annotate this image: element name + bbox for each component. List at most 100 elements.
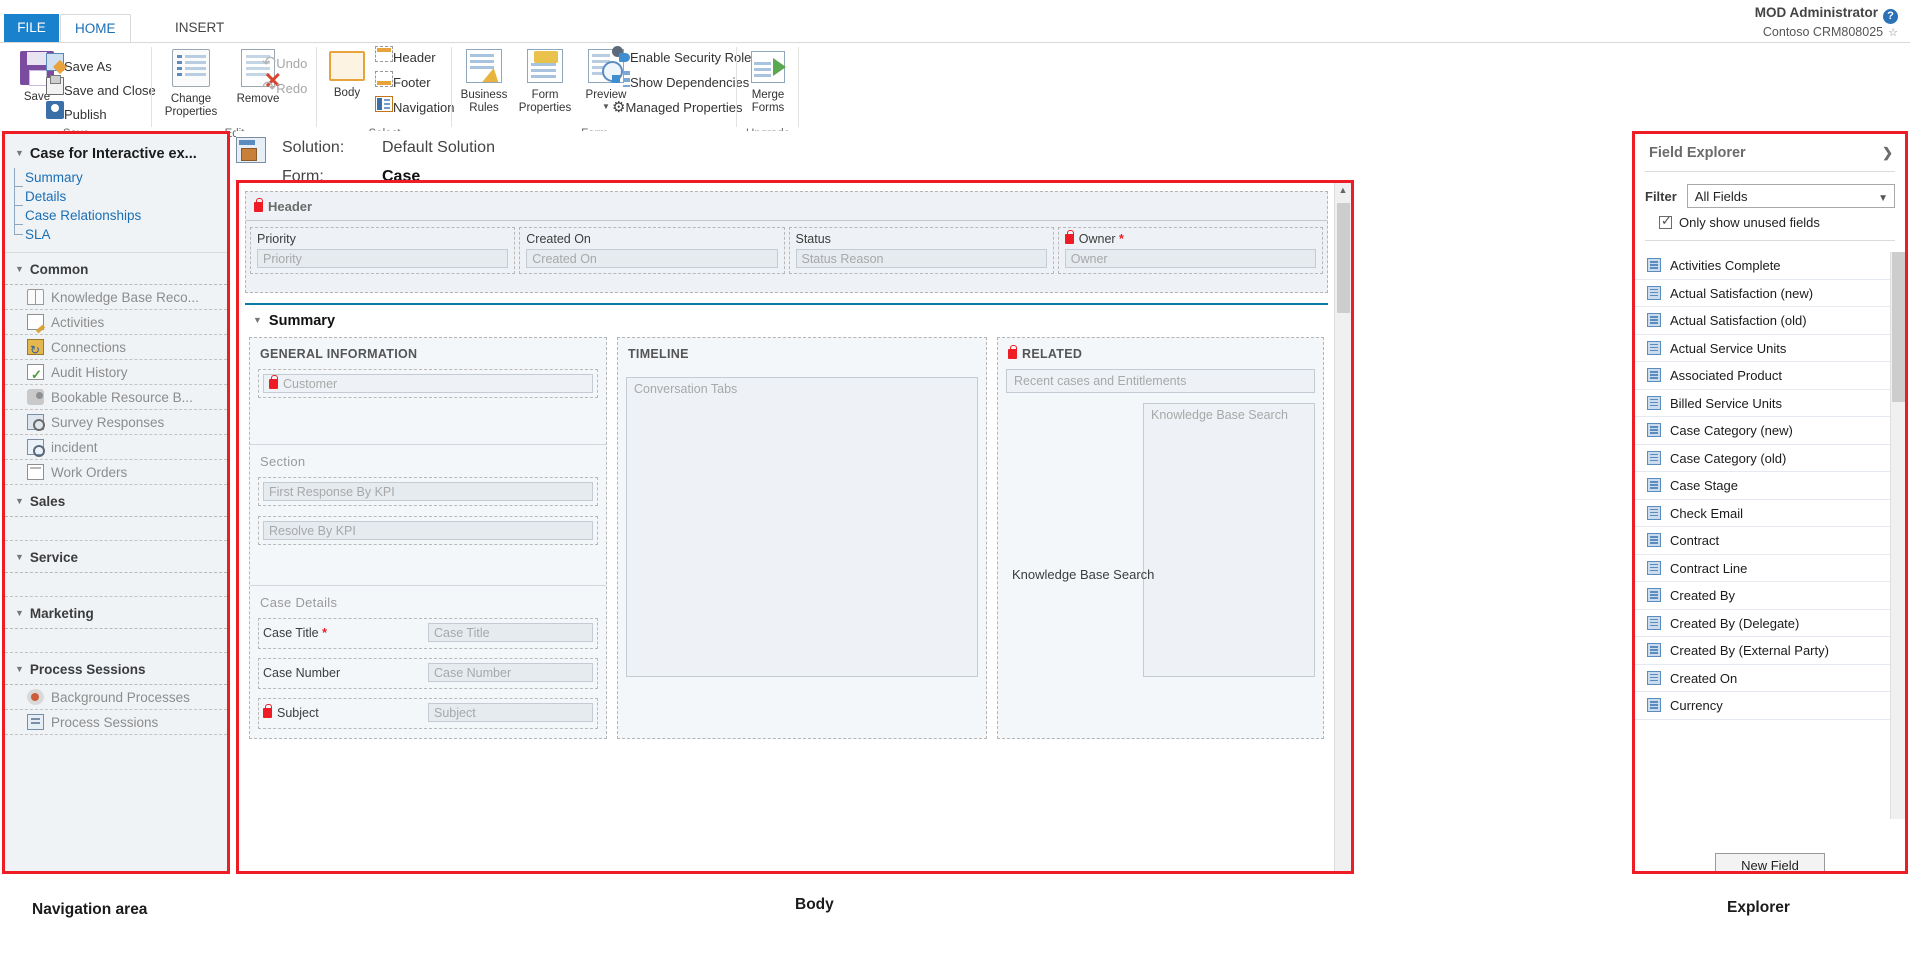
redo-button[interactable]: ↷Redo: [262, 76, 307, 100]
recent-cases-entitlements-control[interactable]: Recent cases and Entitlements: [1006, 369, 1315, 393]
form-field-created-on[interactable]: Created On Created On: [519, 227, 784, 274]
form-field-status[interactable]: Status Status Reason: [789, 227, 1054, 274]
list-item[interactable]: Connections: [5, 335, 227, 360]
list-item[interactable]: Currency: [1635, 692, 1905, 720]
sidebar-item-details[interactable]: Details: [5, 187, 227, 206]
form-canvas[interactable]: Header Priority Priority Created On Crea…: [239, 183, 1334, 871]
change-properties-button[interactable]: ChangeProperties: [158, 49, 224, 119]
list-item[interactable]: Knowledge Base Reco...: [5, 285, 227, 310]
list-item[interactable]: Case Stage: [1635, 472, 1905, 500]
sidebar-item-sla[interactable]: SLA: [5, 225, 227, 244]
footer-button[interactable]: Footer: [375, 71, 431, 95]
tab-file[interactable]: FILE: [4, 14, 59, 42]
list-item[interactable]: Created By (Delegate): [1635, 610, 1905, 638]
sidebar-item-case-relationships[interactable]: Case Relationships: [5, 206, 227, 225]
form-field-resolve-by-kpi[interactable]: Resolve By KPI: [258, 516, 598, 545]
field-list[interactable]: Activities Complete Actual Satisfaction …: [1635, 252, 1905, 819]
merge-forms-button[interactable]: MergeForms: [742, 51, 794, 115]
new-field-button[interactable]: New Field: [1715, 853, 1825, 874]
nav-group-common[interactable]: ▼Common: [5, 253, 227, 285]
list-item[interactable]: Case Category (old): [1635, 445, 1905, 473]
collapse-triangle-icon: ▼: [15, 664, 24, 674]
nav-form-title[interactable]: ▼Case for Interactive ex...: [5, 134, 227, 168]
first-response-by-kpi-input[interactable]: First Response By KPI: [263, 482, 593, 501]
list-item[interactable]: Survey Responses: [5, 410, 227, 435]
form-field-first-response-kpi[interactable]: First Response By KPI: [258, 477, 598, 506]
chevron-right-icon[interactable]: ❯: [1882, 145, 1893, 161]
list-item[interactable]: Bookable Resource B...: [5, 385, 227, 410]
nav-group-marketing[interactable]: ▼Marketing: [5, 597, 227, 629]
page-title: Field Explorer ❯: [1635, 134, 1905, 171]
list-item[interactable]: Created By (External Party): [1635, 637, 1905, 665]
body-button[interactable]: Body: [323, 51, 371, 100]
lock-icon: [263, 708, 272, 718]
list-item[interactable]: Actual Satisfaction (new): [1635, 280, 1905, 308]
list-item[interactable]: Created On: [1635, 665, 1905, 693]
sidebar-item-summary[interactable]: Summary: [5, 168, 227, 187]
show-dependencies-button[interactable]: Show Dependencies: [612, 71, 749, 95]
ribbon-content: Save Save As Save and Close Publish Save…: [0, 43, 1910, 139]
status-input[interactable]: Status Reason: [796, 249, 1047, 268]
list-item[interactable]: Check Email: [1635, 500, 1905, 528]
list-item[interactable]: Activities: [5, 310, 227, 335]
filter-select[interactable]: All Fields ▼: [1687, 184, 1895, 208]
form-header-section[interactable]: Header Priority Priority Created On Crea…: [245, 191, 1328, 293]
form-column-related[interactable]: RELATED Recent cases and Entitlements Kn…: [997, 337, 1324, 739]
undo-button[interactable]: ↶Undo: [262, 51, 307, 75]
list-item[interactable]: Process Sessions: [5, 710, 227, 735]
list-item[interactable]: incident: [5, 435, 227, 460]
scroll-up-icon[interactable]: ▲: [1335, 183, 1351, 200]
form-field-owner[interactable]: Owner * Owner: [1058, 227, 1323, 274]
subject-input[interactable]: Subject: [428, 703, 593, 722]
field-icon: [1647, 616, 1661, 630]
list-item[interactable]: Contract: [1635, 527, 1905, 555]
list-item[interactable]: Background Processes: [5, 685, 227, 710]
tab-insert[interactable]: INSERT: [161, 14, 238, 42]
form-field-case-number[interactable]: Case Number Case Number: [258, 658, 598, 689]
business-rules-button[interactable]: BusinessRules: [456, 49, 512, 115]
list-item[interactable]: Created By: [1635, 582, 1905, 610]
scrollbar-thumb[interactable]: [1337, 203, 1350, 313]
list-item[interactable]: Actual Service Units: [1635, 335, 1905, 363]
form-properties-button[interactable]: FormProperties: [514, 49, 576, 115]
list-item[interactable]: Activities Complete: [1635, 252, 1905, 280]
list-item[interactable]: Billed Service Units: [1635, 390, 1905, 418]
explorer-scrollbar[interactable]: [1890, 252, 1905, 819]
only-unused-fields-checkbox[interactable]: Only show unused fields: [1635, 212, 1905, 240]
publish-button[interactable]: Publish: [46, 101, 107, 125]
form-column-timeline[interactable]: TIMELINE Conversation Tabs: [617, 337, 987, 739]
list-item[interactable]: Audit History: [5, 360, 227, 385]
navigation-button[interactable]: Navigation: [375, 96, 454, 120]
resolve-by-kpi-input[interactable]: Resolve By KPI: [263, 521, 593, 540]
owner-input[interactable]: Owner: [1065, 249, 1316, 268]
priority-input[interactable]: Priority: [257, 249, 508, 268]
form-field-subject[interactable]: Subject Subject: [258, 698, 598, 729]
customer-input[interactable]: Customer: [263, 374, 593, 393]
nav-group-process-sessions[interactable]: ▼Process Sessions: [5, 653, 227, 685]
list-item[interactable]: Work Orders: [5, 460, 227, 485]
created-on-input[interactable]: Created On: [526, 249, 777, 268]
collapse-triangle-icon: ▼: [15, 496, 24, 506]
nav-group-sales[interactable]: ▼Sales: [5, 485, 227, 517]
list-item[interactable]: Contract Line: [1635, 555, 1905, 583]
case-number-input[interactable]: Case Number: [428, 663, 593, 682]
tab-home[interactable]: HOME: [60, 14, 131, 43]
case-title-input[interactable]: Case Title: [428, 623, 593, 642]
list-item[interactable]: Case Category (new): [1635, 417, 1905, 445]
form-field-priority[interactable]: Priority Priority: [250, 227, 515, 274]
knowledge-base-search-panel[interactable]: Knowledge Base Search: [1143, 403, 1315, 677]
header-button[interactable]: Header: [375, 46, 436, 70]
form-field-case-title[interactable]: Case Title * Case Title: [258, 618, 598, 649]
scrollbar-thumb[interactable]: [1892, 252, 1905, 402]
list-item[interactable]: Actual Satisfaction (old): [1635, 307, 1905, 335]
save-as-button[interactable]: Save As: [46, 53, 112, 77]
form-column-general[interactable]: GENERAL INFORMATION Customer Section Fir…: [249, 337, 607, 739]
body-scrollbar[interactable]: ▲: [1334, 183, 1351, 871]
form-field-customer[interactable]: Customer: [258, 369, 598, 398]
conversation-tabs-control[interactable]: Conversation Tabs: [626, 377, 978, 677]
list-item[interactable]: Associated Product: [1635, 362, 1905, 390]
form-tab-summary[interactable]: ▼Summary GENERAL INFORMATION Customer Se…: [245, 303, 1328, 743]
save-and-close-button[interactable]: Save and Close: [46, 77, 156, 101]
nav-group-service[interactable]: ▼Service: [5, 541, 227, 573]
managed-properties-button[interactable]: ⚙Managed Properties: [612, 96, 743, 120]
